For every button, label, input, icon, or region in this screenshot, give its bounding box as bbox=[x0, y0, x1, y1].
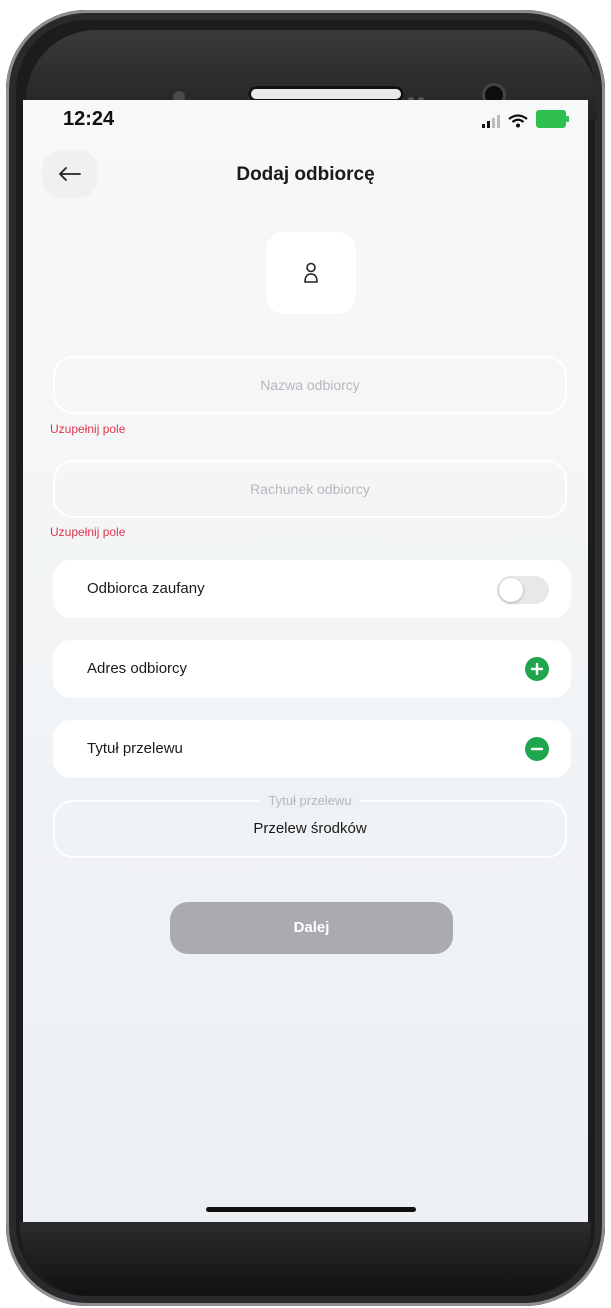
add-address-button[interactable] bbox=[525, 657, 549, 681]
trusted-recipient-toggle[interactable] bbox=[497, 576, 549, 604]
status-icons bbox=[482, 110, 569, 128]
recipient-name-error: Uzupełnij pole bbox=[50, 422, 126, 436]
recipient-name-placeholder: Nazwa odbiorcy bbox=[260, 377, 360, 393]
recipient-account-placeholder: Rachunek odbiorcy bbox=[250, 481, 370, 497]
transfer-title-label: Tytuł przelewu bbox=[87, 740, 183, 757]
transfer-title-row[interactable]: Tytuł przelewu bbox=[53, 720, 571, 778]
transfer-title-input[interactable]: Tytuł przelewu Przelew środków bbox=[53, 793, 567, 858]
recipient-account-error: Uzupełnij pole bbox=[50, 525, 126, 539]
recipient-name-input[interactable]: Nazwa odbiorcy bbox=[53, 356, 567, 414]
recipient-address-row[interactable]: Adres odbiorcy bbox=[53, 640, 571, 698]
recipient-address-label: Adres odbiorcy bbox=[87, 660, 188, 677]
plus-circle-icon bbox=[531, 663, 543, 675]
next-button[interactable]: Dalej bbox=[170, 902, 453, 954]
person-icon bbox=[304, 262, 318, 283]
remove-title-button[interactable] bbox=[525, 737, 549, 761]
toggle-knob bbox=[499, 578, 523, 602]
signal-icon bbox=[482, 114, 500, 128]
trusted-recipient-label: Odbiorca zaufany bbox=[87, 580, 205, 597]
transfer-title-value: Przelew środków bbox=[253, 820, 367, 837]
page-title: Dodaj odbiorcę bbox=[236, 164, 375, 185]
sensor-dots bbox=[408, 90, 438, 103]
home-indicator bbox=[206, 1207, 416, 1212]
trusted-recipient-row: Odbiorca zaufany bbox=[53, 560, 571, 618]
battery-icon bbox=[536, 110, 569, 128]
recipient-account-input[interactable]: Rachunek odbiorcy bbox=[53, 460, 567, 518]
wifi-icon bbox=[508, 114, 528, 128]
phone-bottom-bezel bbox=[20, 1222, 591, 1296]
minus-circle-icon bbox=[531, 747, 543, 751]
status-time: 12:24 bbox=[63, 108, 115, 130]
transfer-title-field-label-wrap: Tytuł przelewu bbox=[55, 792, 565, 810]
recipient-avatar bbox=[266, 232, 356, 314]
app-screen: 12:24 Dodaj odbiorcę Nazwa odbiorcy Uzup… bbox=[23, 100, 588, 1222]
transfer-title-field-label: Tytuł przelewu bbox=[260, 793, 360, 808]
